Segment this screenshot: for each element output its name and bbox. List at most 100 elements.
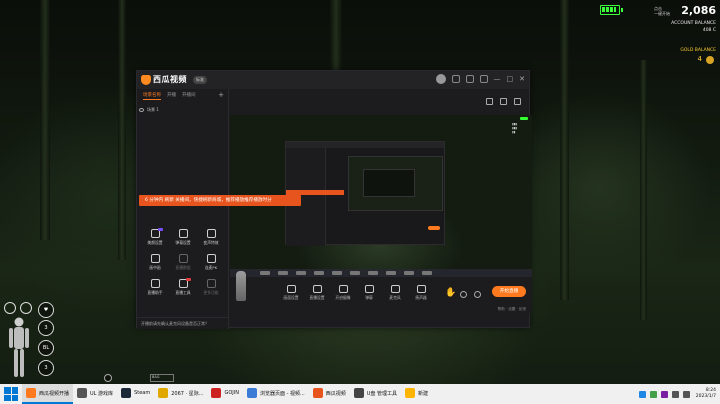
taskbar-app-icon [405, 388, 416, 398]
heart-icon: ♥ [38, 302, 54, 318]
minimize-icon[interactable]: — [494, 75, 501, 83]
add-source-icon[interactable] [500, 98, 507, 105]
taskbar-item[interactable]: 西瓜视频开播 [22, 384, 74, 404]
tool-label: 直播数据 [175, 265, 191, 270]
tool-icon [178, 278, 191, 288]
control-button[interactable]: 画面设置 [282, 285, 300, 301]
tool-item[interactable]: 直播助手 [141, 279, 169, 296]
taskbar-item[interactable]: 西瓜视频 [309, 384, 350, 404]
tab-room[interactable]: 开播间 [182, 92, 196, 100]
tool-icon [206, 254, 216, 263]
streaming-app-window[interactable]: 西瓜视频 标准 — □ ✕ 场景名称 开播 开播间 + 场景 1 工具箱 美颜设… [136, 70, 532, 329]
account-balance-label: ACCOUNT BALANCE [671, 21, 716, 26]
hotbar-slot: BAG [150, 374, 174, 382]
body-silhouette-icon [9, 317, 29, 377]
control-label: 画面设置 [283, 295, 299, 300]
hand-icon[interactable]: ✋ [445, 288, 456, 298]
tab-scene[interactable]: 场景名称 [143, 92, 161, 100]
device-tip[interactable]: 开播前请先确认麦克风设备是否正常？ [137, 317, 228, 329]
close-icon[interactable]: ✕ [519, 75, 525, 83]
message-icon[interactable] [451, 75, 460, 83]
footer-links[interactable]: 帮助 · 设置 · 反馈 [498, 307, 526, 312]
tool-item[interactable]: 画中画 [141, 254, 169, 271]
coin-icon [706, 56, 714, 64]
tool-label: 变声特效 [203, 240, 219, 245]
taskbar-item[interactable]: 2067 · 星际... [154, 384, 207, 404]
tray-app-icon[interactable] [638, 390, 646, 398]
preview-taskbar [230, 269, 532, 277]
tool-item[interactable]: 直播数据 [169, 254, 197, 271]
avatar-figure [236, 271, 246, 301]
tool-item[interactable]: 更多功能 [197, 279, 225, 296]
gift-icon[interactable] [465, 75, 474, 83]
taskbar-item[interactable]: Steam [117, 384, 154, 404]
app-name: 西瓜视频 [153, 75, 187, 84]
tool-icon [150, 254, 160, 263]
control-button[interactable]: 开启摄像 [334, 285, 352, 301]
start-button[interactable] [4, 387, 18, 401]
control-bar: 画面设置 直播设置 开启摄像 弹幕 麦克风 扬声器 ✋ 开始直播 帮助 · 设置 · 反馈 [230, 271, 532, 313]
version-badge[interactable]: 标准 [193, 76, 207, 84]
share-icon[interactable] [514, 98, 521, 105]
tool-label: 画中画 [149, 265, 161, 270]
tray-app-icon[interactable] [649, 390, 657, 398]
taskbar-item[interactable]: GOJIN [207, 384, 243, 404]
control-icon [390, 285, 400, 293]
taskbar-app-icon [26, 388, 36, 398]
layout-icon[interactable] [486, 98, 493, 105]
mode-icon[interactable] [460, 291, 467, 298]
tool-icon [150, 228, 163, 238]
start-live-button[interactable]: 开始直播 [492, 286, 526, 297]
windows-taskbar: 西瓜视频开播 UL 游戏库 Steam 2067 · 星际... GOJIN 浏览器页面 … [0, 384, 720, 404]
taskbar-item-label: 2067 · 星际... [171, 390, 204, 397]
preview-toolbar [486, 98, 521, 105]
settings-circle-icon[interactable] [474, 291, 481, 298]
panel-tabs: 场景名称 开播 开播间 [143, 92, 196, 100]
tool-item[interactable]: 直播工具 [169, 278, 197, 296]
visibility-icon[interactable] [139, 108, 144, 112]
tool-label: 直播助手 [147, 290, 163, 295]
tool-item[interactable]: 弹幕设置 [169, 229, 197, 246]
clock[interactable]: 8:24 2023/1/7 [696, 388, 716, 400]
tab-live[interactable]: 开播 [167, 92, 176, 100]
control-button[interactable]: 扬声器 [412, 285, 430, 301]
add-scene-icon[interactable]: + [218, 91, 224, 99]
app-logo-icon [141, 75, 151, 85]
network-icon[interactable] [682, 390, 690, 398]
taskbar-item-label: GOJIN [224, 390, 239, 396]
tool-label: 直播工具 [175, 290, 191, 295]
tool-item[interactable]: 连麦PK [197, 254, 225, 271]
tree-trunk [640, 60, 647, 320]
hud-caption: 点击 一键开始 [654, 6, 670, 16]
taskbar-item[interactable]: 新建 [401, 384, 432, 404]
gold-balance-value: 4 [697, 55, 702, 63]
account-balance-value: 408 C [702, 28, 716, 33]
tray-app-icon[interactable] [660, 390, 668, 398]
taskbar-item[interactable]: 浏览器页面 - 视频... [243, 384, 309, 404]
maximize-icon[interactable]: □ [507, 75, 514, 83]
tool-item[interactable]: 美颜设置 [141, 228, 169, 246]
taskbar-item-label: 新建 [418, 390, 429, 397]
scene-item[interactable]: 场景 1 [139, 106, 225, 114]
control-button[interactable]: 直播设置 [308, 285, 326, 301]
stat-circle: 3 [38, 320, 54, 336]
taskbar-item[interactable]: U盘 管理工具 [350, 384, 401, 404]
avatar[interactable] [435, 74, 446, 84]
control-button[interactable]: 弹幕 [360, 285, 378, 301]
tool-item[interactable]: 变声特效 [197, 229, 225, 246]
notice-banner[interactable]: 6 分钟内 刷新 关播间，快捷刷新商城，推荐播放推荐播放时分 [139, 195, 301, 206]
control-button[interactable]: 麦克风 [386, 285, 404, 301]
control-label: 开启摄像 [335, 295, 351, 300]
player-status-hud: ♥ 3 BL 3 [0, 298, 60, 384]
battery-icon [600, 5, 623, 15]
volume-icon[interactable] [671, 390, 679, 398]
tool-label: 连麦PK [204, 265, 218, 270]
control-icon [312, 285, 322, 293]
stat-circle: BL [38, 340, 54, 356]
settings-icon[interactable] [479, 75, 488, 83]
title-bar[interactable]: 西瓜视频 标准 — □ ✕ [137, 71, 529, 89]
ear-icon [20, 302, 32, 314]
taskbar-item[interactable]: UL 游戏库 [73, 384, 117, 404]
system-tray: 8:24 2023/1/7 [638, 388, 720, 400]
control-label: 弹幕 [365, 295, 373, 300]
